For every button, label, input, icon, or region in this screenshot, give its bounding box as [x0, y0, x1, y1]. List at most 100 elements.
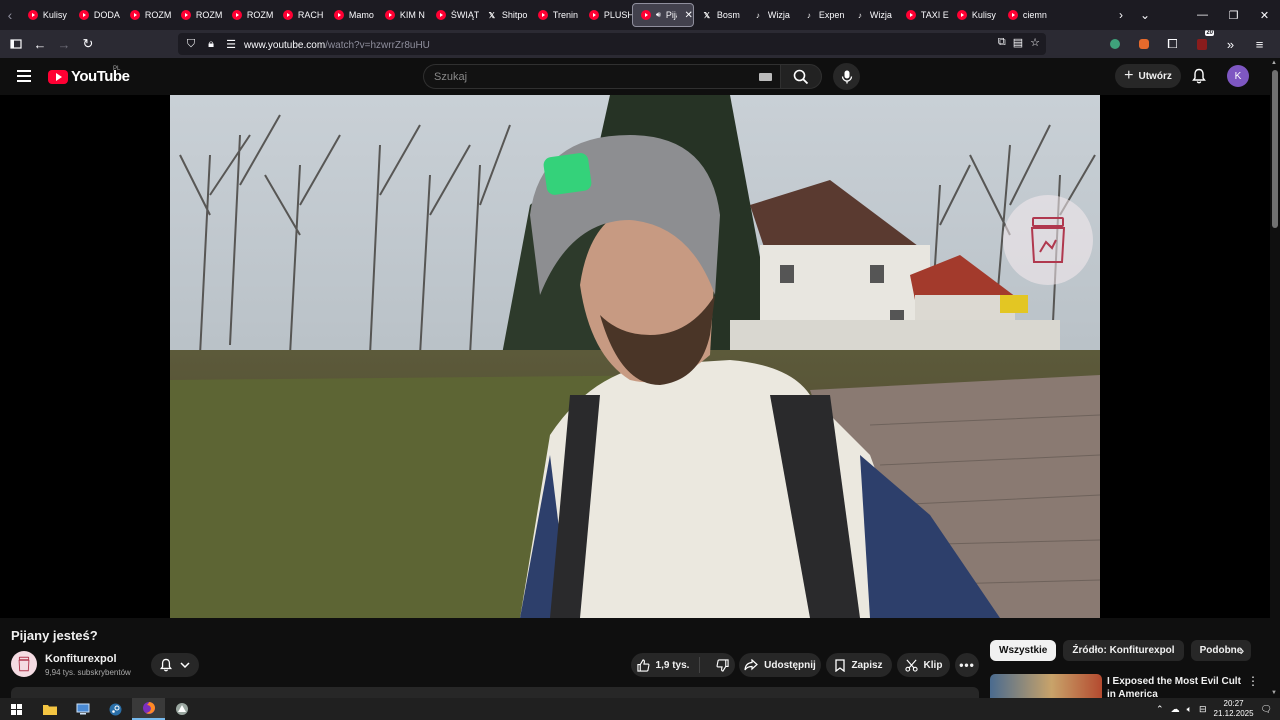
browser-tab-label: ROZM [195, 10, 223, 20]
create-button[interactable]: + Utwórz [1115, 64, 1181, 88]
scrollbar-thumb[interactable] [1272, 70, 1278, 228]
fox-extension-icon[interactable] [1131, 32, 1156, 56]
browser-tab[interactable]: ROZM [224, 3, 275, 27]
tab-scroll-right-icon[interactable]: › [1109, 8, 1133, 22]
app-menu-icon[interactable]: ≡ [1247, 32, 1272, 56]
tab-list-dropdown-icon[interactable]: ⌄ [1133, 8, 1157, 22]
notifications-center-icon[interactable]: 🗨︎ [1261, 704, 1272, 715]
file-explorer-icon[interactable] [33, 698, 66, 720]
tab-audio-icon[interactable]: 🔊︎ [656, 10, 661, 20]
youtube-icon [588, 10, 599, 20]
browser-tab[interactable]: ♪ Wizja [745, 3, 796, 27]
recommendation-title[interactable]: I Exposed the Most Evil Cult in America [1107, 675, 1242, 698]
account-avatar[interactable]: K [1227, 65, 1249, 87]
like-button[interactable]: 1,9 tys. [636, 657, 701, 673]
close-window-icon[interactable]: ✕ [1249, 9, 1280, 22]
tray-overflow-chevron-icon[interactable]: ⌃ [1156, 704, 1164, 715]
notifications-button[interactable] [1189, 66, 1209, 86]
minimize-icon[interactable]: — [1187, 9, 1218, 21]
youtube-play-logo-icon [48, 69, 68, 84]
browser-tab[interactable]: 𝕏 Bosm [694, 3, 745, 27]
tab-close-icon[interactable]: ✕ [684, 10, 692, 21]
app-taskbar-icon[interactable] [165, 698, 198, 720]
network-icon[interactable]: ⊟ [1199, 704, 1207, 715]
browser-tab[interactable]: ROZM [173, 3, 224, 27]
subscribed-notifications-button[interactable] [151, 653, 199, 677]
overflow-chevron-icon[interactable]: » [1218, 32, 1243, 56]
browser-tab[interactable]: PLUSH [581, 3, 632, 27]
onedrive-icon[interactable]: ☁ [1171, 704, 1180, 715]
page-scrollbar[interactable]: ▲ ▼ [1270, 58, 1280, 698]
search-button[interactable] [780, 64, 822, 89]
browser-tab[interactable]: ♪ Expen [796, 3, 847, 27]
dislike-button[interactable] [706, 658, 730, 672]
channel-name[interactable]: Konfiturexpol [45, 653, 117, 665]
system-tray: ⌃ ☁ 🔈︎ ⊟ 20:27 21.12.2025 🗨︎ [1156, 698, 1280, 720]
forward-icon[interactable]: → [52, 32, 76, 56]
search-box[interactable] [423, 64, 780, 89]
chips-next-arrow-icon[interactable]: › [1233, 642, 1251, 660]
restore-icon[interactable]: ❐ [1218, 9, 1249, 22]
picture-in-picture-icon[interactable]: ⧉ [998, 36, 1006, 49]
browser-tab[interactable]: Kulisy [20, 3, 71, 27]
steam-icon[interactable] [99, 698, 132, 720]
firefox-taskbar-icon[interactable] [132, 698, 165, 720]
tab-scroll-left-icon[interactable]: ‹ [0, 0, 20, 30]
channel-avatar[interactable] [11, 651, 37, 677]
sidebar-toggle-icon[interactable] [4, 32, 28, 56]
browser-tab-label: KIM N [399, 10, 425, 20]
recommendation-thumbnail[interactable] [990, 674, 1102, 698]
voice-search-button[interactable] [833, 63, 860, 90]
browser-tab[interactable]: Trenin [530, 3, 581, 27]
vpn-extension-icon[interactable] [1102, 32, 1127, 56]
description-box[interactable] [11, 687, 979, 698]
taskbar-clock[interactable]: 20:27 21.12.2025 [1214, 699, 1254, 719]
reload-icon[interactable]: ↻ [76, 32, 100, 56]
browser-tab-label: Wizja [767, 10, 790, 20]
browser-tab-label: DODA [93, 10, 120, 20]
extensions-puzzle-icon[interactable]: ⧠ [1160, 32, 1185, 56]
chip-source[interactable]: Źródło: Konfiturexpol [1063, 640, 1184, 661]
back-icon[interactable]: ← [28, 32, 52, 56]
tracking-shield-icon[interactable]: ⛉ [184, 38, 198, 51]
browser-tab[interactable]: Mamo [326, 3, 377, 27]
remote-desktop-icon[interactable] [66, 698, 99, 720]
ublock-extension-icon[interactable]: 20 [1189, 30, 1214, 56]
lock-icon[interactable]: 🔒︎ [204, 38, 218, 51]
x-icon: 𝕏 [488, 10, 496, 20]
scroll-down-arrow-icon[interactable]: ▼ [1271, 690, 1277, 696]
start-windows-icon[interactable] [0, 698, 33, 720]
browser-tab[interactable]: ciemn [1000, 3, 1051, 27]
more-actions-button[interactable]: ••• [955, 653, 979, 677]
keyboard-icon[interactable] [759, 73, 772, 81]
search-input[interactable] [434, 70, 754, 83]
save-button[interactable]: Zapisz [826, 653, 892, 677]
video-still-image [170, 95, 1100, 618]
browser-tab[interactable]: RACH [275, 3, 326, 27]
volume-icon[interactable]: 🔈︎ [1187, 704, 1192, 715]
browser-tab[interactable]: ♪ Wizja [847, 3, 898, 27]
chip-all[interactable]: Wszystkie [990, 640, 1057, 661]
channel-watermark-icon[interactable] [1003, 195, 1093, 285]
scroll-up-arrow-icon[interactable]: ▲ [1271, 60, 1277, 66]
browser-tab[interactable]: ROZM [122, 3, 173, 27]
browser-tab[interactable]: 𝕏 Shitpo [479, 3, 530, 27]
browser-tab[interactable]: DODA [71, 3, 122, 27]
video-player[interactable] [0, 95, 1270, 618]
like-dislike-group: 1,9 tys. [631, 653, 735, 677]
clip-button[interactable]: Klip [897, 653, 950, 677]
bookmark-star-icon[interactable]: ☆ [1030, 36, 1040, 49]
browser-tab[interactable]: TAXI E [898, 3, 949, 27]
guide-menu-icon[interactable] [17, 70, 31, 82]
url-bar[interactable]: ⛉ 🔒︎ ☰ www.youtube.com/watch?v=hzwrrZr8u… [178, 33, 1046, 55]
video-frame[interactable] [170, 95, 1100, 618]
recommendation-menu-icon[interactable]: ⋮ [1247, 674, 1259, 688]
browser-tab-active[interactable]: 🔊︎ Pija ✕ [631, 3, 694, 27]
browser-tab[interactable]: KIM N [377, 3, 428, 27]
browser-tab[interactable]: ŚWIĄT [428, 3, 479, 27]
youtube-icon [905, 10, 916, 20]
permissions-icon[interactable]: ☰ [224, 38, 238, 51]
share-button[interactable]: Udostępnij [739, 653, 821, 677]
browser-tab[interactable]: Kulisy [949, 3, 1000, 27]
reader-view-icon[interactable]: ▤ [1013, 36, 1023, 49]
